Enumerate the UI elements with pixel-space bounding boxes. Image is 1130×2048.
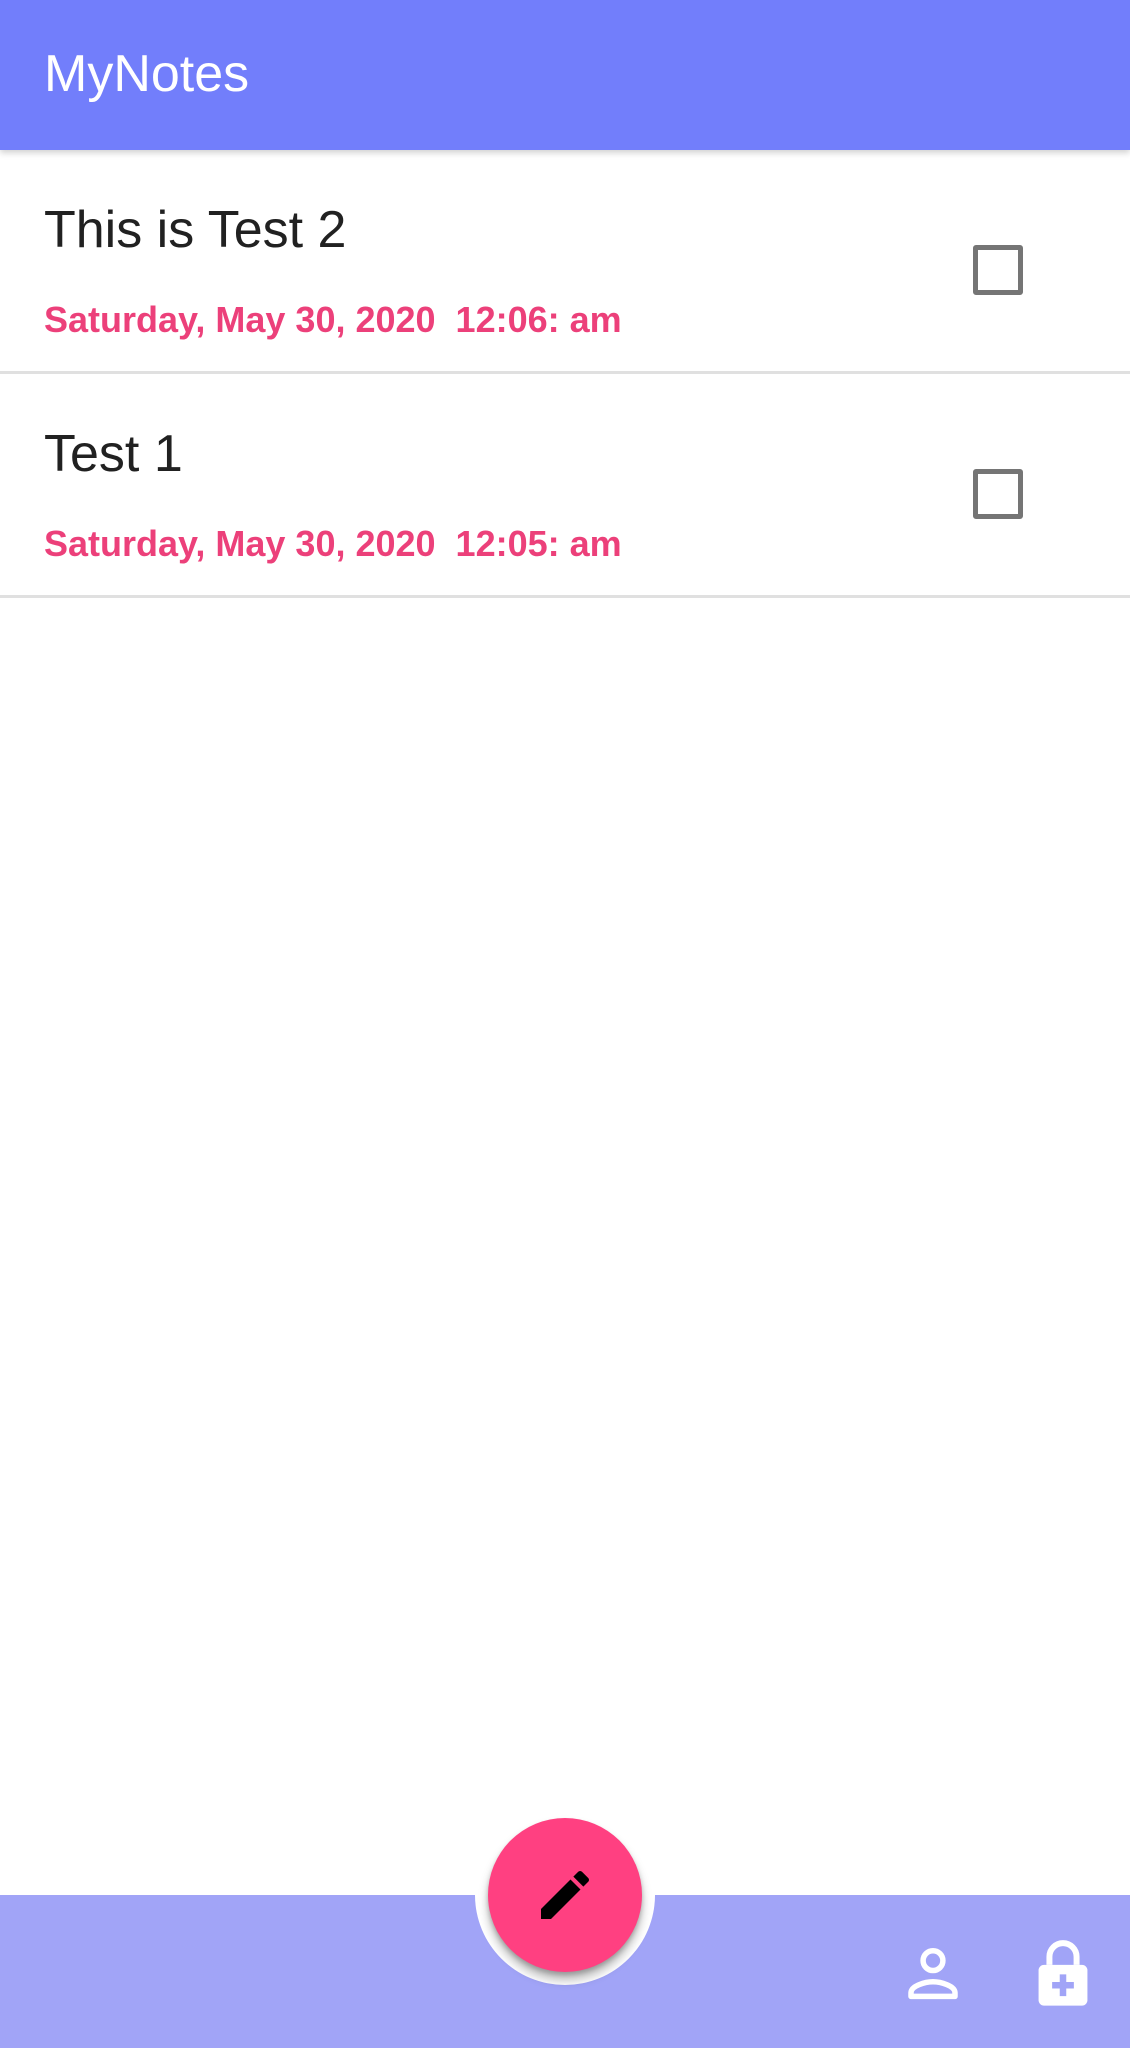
note-date: Saturday, May 30, 2020 12:06: am	[44, 299, 622, 340]
lock-add-icon	[1038, 1940, 1088, 2006]
note-title: Test 1	[44, 425, 183, 483]
lock-button[interactable]	[1030, 1935, 1096, 2011]
note-list: This is Test 2 Saturday, May 30, 2020 12…	[0, 150, 1130, 598]
app-title: MyNotes	[44, 45, 250, 103]
note-checkbox[interactable]	[973, 469, 1023, 519]
note-list-item[interactable]: Test 1 Saturday, May 30, 2020 12:05: am	[0, 374, 1130, 598]
profile-button[interactable]	[900, 1940, 966, 2006]
new-note-fab[interactable]	[488, 1818, 642, 1972]
note-list-item[interactable]: This is Test 2 Saturday, May 30, 2020 12…	[0, 150, 1130, 374]
app-screen: MyNotes This is Test 2 Saturday, May 30,…	[0, 0, 1130, 2048]
note-date: Saturday, May 30, 2020 12:05: am	[44, 523, 622, 564]
note-title: This is Test 2	[44, 201, 347, 259]
note-checkbox[interactable]	[973, 245, 1023, 295]
person-icon	[908, 1947, 958, 2000]
pencil-icon	[541, 1870, 590, 1919]
app-bar: MyNotes	[0, 0, 1130, 150]
